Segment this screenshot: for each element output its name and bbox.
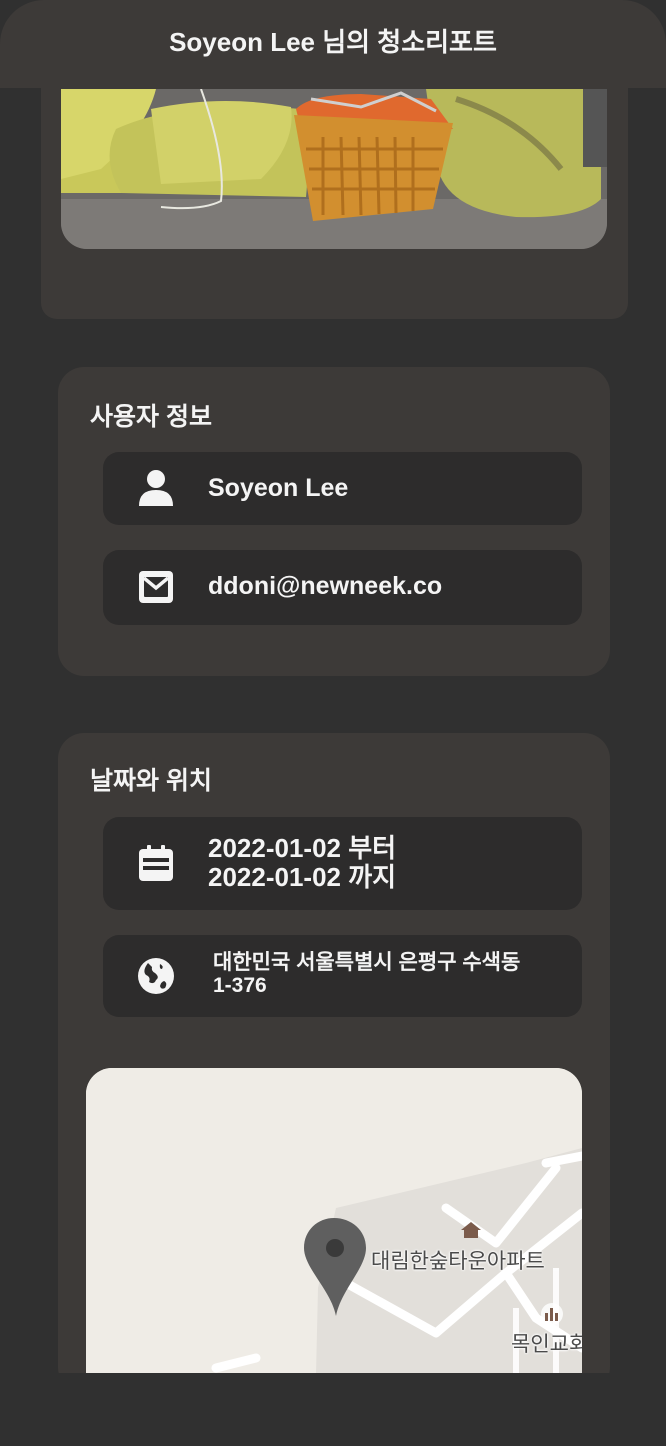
map-place-church: 목인교회 (511, 1333, 582, 1356)
address: 대한민국 서울특별시 은평구 수색동 1-376 (213, 951, 520, 997)
globe-icon (137, 957, 175, 995)
user-name-row: Soyeon Lee (103, 452, 582, 525)
user-info-title: 사용자 정보 (90, 403, 212, 431)
address-line-2: 1-376 (213, 974, 267, 997)
location-map[interactable]: 대림한숲타운아파트 목인교회 (86, 1068, 582, 1374)
user-email: ddoni@newneek.co (208, 572, 443, 600)
person-icon (137, 469, 175, 507)
date-row: 2022-01-02 부터 2022-01-02 까지 (103, 817, 582, 910)
address-line-1: 대한민국 서울특별시 은평구 수색동 (213, 951, 521, 974)
user-name: Soyeon Lee (208, 474, 349, 502)
address-row: 대한민국 서울특별시 은평구 수색동 1-376 (103, 935, 582, 1017)
photo-card (41, 60, 628, 319)
date-location-title: 날짜와 위치 (90, 767, 212, 795)
date-range: 2022-01-02 부터 2022-01-02 까지 (208, 834, 396, 892)
bottom-bar (0, 1373, 666, 1446)
trash-photo (61, 89, 607, 249)
date-location-card: 날짜와 위치 2022-01-02 부터 2022-01-02 까지 대한민국 … (58, 733, 610, 1393)
app-header: Soyeon Lee 님의 청소리포트 (0, 0, 666, 88)
page-title: Soyeon Lee 님의 청소리포트 (169, 26, 497, 57)
mail-icon (137, 568, 175, 606)
map-place-apartment: 대림한숲타운아파트 (371, 1250, 545, 1273)
user-info-card: 사용자 정보 Soyeon Lee ddoni@newneek.co (58, 367, 610, 676)
date-to: 2022-01-02 까지 (208, 862, 397, 892)
calendar-icon (137, 844, 175, 882)
user-email-row: ddoni@newneek.co (103, 550, 582, 625)
date-from: 2022-01-02 부터 (208, 833, 397, 863)
